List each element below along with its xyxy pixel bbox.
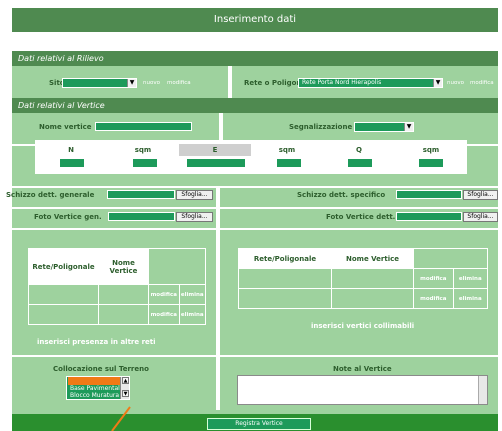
annotation-arrow-icon xyxy=(111,406,131,431)
